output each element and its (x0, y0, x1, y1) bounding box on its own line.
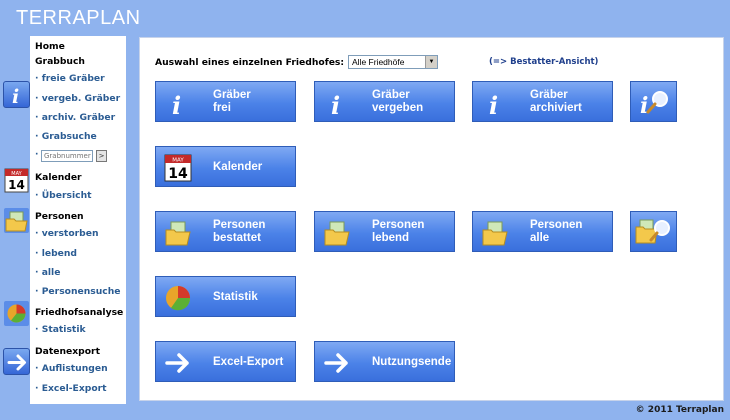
svg-text:i: i (489, 91, 498, 117)
nav-item-personensuche[interactable]: · Personensuche (35, 286, 121, 297)
chevron-down-icon: ▼ (425, 56, 437, 68)
info-icon: i (489, 91, 498, 117)
nav-item-freie-graeber[interactable]: · freie Gräber (35, 73, 105, 84)
tile-graeber-archiviert[interactable]: i Gräber archiviert (472, 81, 613, 122)
main-panel: Auswahl eines einzelnen Friedhofes: Alle… (139, 37, 724, 401)
nav-section-datenexport[interactable]: Datenexport (35, 346, 100, 357)
info-search-icon: i (640, 91, 668, 119)
info-icon: i (3, 81, 30, 108)
footer-copyright: © 2011 Terraplan (635, 405, 724, 415)
folder-people-icon (482, 221, 508, 246)
tile-statistik[interactable]: Statistik (155, 276, 296, 317)
info-icon: i (172, 91, 181, 117)
pie-chart-icon (166, 286, 191, 311)
tile-personen-lebend[interactable]: Personen lebend (314, 211, 455, 252)
nav-item-lebend[interactable]: · lebend (35, 248, 77, 259)
folder-people-icon (324, 221, 350, 246)
svg-text:14: 14 (8, 178, 25, 192)
svg-text:i: i (331, 91, 340, 117)
svg-text:MAY: MAY (11, 171, 22, 177)
grabnummer-input[interactable] (41, 150, 93, 162)
grave-search-button[interactable]: i (630, 81, 677, 122)
nav-section-personen[interactable]: Personen (35, 211, 84, 222)
calendar-icon: MAY 14 (3, 167, 30, 194)
tile-graeber-vergeben[interactable]: i Gräber vergeben (314, 81, 455, 122)
svg-text:14: 14 (168, 166, 188, 182)
person-search-button[interactable] (630, 211, 677, 252)
folder-people-icon (165, 221, 191, 246)
svg-text:i: i (12, 86, 19, 108)
app-logo: TERRAPLAN (16, 7, 141, 29)
nav-section-kalender[interactable]: Kalender (35, 172, 82, 183)
nav-item-archiv-graeber[interactable]: · archiv. Gräber (35, 112, 115, 123)
tile-excel-export[interactable]: Excel-Export (155, 341, 296, 382)
sidebar: Home Grabbuch i · freie Gräber · vergeb.… (0, 36, 128, 404)
arrow-right-icon (165, 353, 189, 373)
nav-item-statistik[interactable]: · Statistik (35, 324, 86, 335)
grab-search-button[interactable]: > (96, 150, 107, 162)
arrow-right-icon (324, 353, 348, 373)
nav-item-vergeb-graeber[interactable]: · vergeb. Gräber (35, 93, 120, 104)
nav-item-uebersicht[interactable]: · Übersicht (35, 190, 92, 201)
nav-home[interactable]: Home (35, 41, 65, 52)
pie-chart-icon (3, 300, 30, 327)
tile-personen-alle[interactable]: Personen alle (472, 211, 613, 252)
folder-people-icon (3, 207, 30, 234)
nav-section-friedhofsanalyse[interactable]: Friedhofsanalyse (35, 307, 123, 318)
tile-graeber-frei[interactable]: i Gräber frei (155, 81, 296, 122)
arrow-right-icon (3, 348, 30, 375)
friedhof-select-label: Auswahl eines einzelnen Friedhofes: (155, 57, 345, 68)
nav-item-alle[interactable]: · alle (35, 267, 60, 278)
svg-text:i: i (172, 91, 181, 117)
nav-section-grabbuch[interactable]: Grabbuch (35, 56, 85, 67)
tile-personen-bestattet[interactable]: Personen bestattet (155, 211, 296, 252)
info-icon: i (331, 91, 340, 117)
nav-item-verstorben[interactable]: · verstorben (35, 228, 99, 239)
nav-item-excel-export[interactable]: · Excel-Export (35, 383, 107, 394)
svg-text:i: i (640, 93, 648, 119)
friedhof-select-value: Alle Friedhöfe (352, 57, 405, 67)
tile-kalender[interactable]: MAY 14 Kalender (155, 146, 296, 187)
friedhof-select[interactable]: Alle Friedhöfe ▼ (348, 55, 438, 69)
bestatter-view-link[interactable]: (=> Bestatter-Ansicht) (489, 57, 598, 67)
tile-nutzungsende[interactable]: Nutzungsende (314, 341, 455, 382)
folder-search-icon (635, 219, 670, 244)
svg-text:MAY: MAY (172, 158, 184, 164)
nav-item-auflistungen[interactable]: · Auflistungen (35, 363, 108, 374)
calendar-icon: MAY 14 (164, 154, 192, 182)
nav-item-grabsuche[interactable]: · Grabsuche (35, 131, 97, 142)
